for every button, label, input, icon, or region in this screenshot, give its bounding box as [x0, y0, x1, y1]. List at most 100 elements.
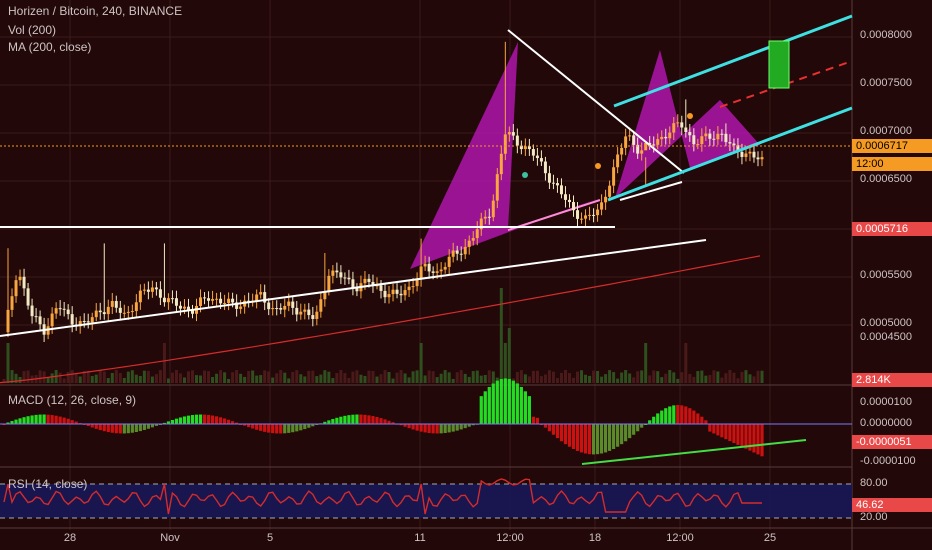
volume-bar — [178, 373, 182, 383]
volume-bar — [531, 370, 535, 383]
macd-histogram-bar — [138, 424, 142, 432]
volume-bar — [66, 371, 70, 383]
volume-bar — [283, 372, 287, 383]
volume-bar — [379, 374, 383, 383]
projection-box — [768, 40, 790, 89]
candle-body — [295, 307, 299, 315]
volume-bar — [604, 374, 608, 383]
time-tick-label: 25 — [763, 532, 777, 544]
candle-body — [118, 307, 122, 313]
candle-body — [291, 301, 295, 308]
volume-bar — [359, 374, 363, 383]
macd-histogram-bar — [202, 414, 207, 424]
macd-histogram-bar — [463, 424, 467, 429]
candle-body — [600, 202, 604, 210]
volume-bar — [110, 372, 114, 383]
volume-bar — [130, 370, 134, 383]
volume-bar — [648, 375, 652, 383]
candle-body — [407, 286, 411, 291]
price-tick-label: 0.0007500 — [860, 77, 912, 89]
volume-bar — [138, 376, 142, 383]
rsi-tick-label: 80.00 — [860, 477, 888, 489]
candle-body — [451, 250, 455, 257]
macd-histogram-bar — [435, 424, 439, 434]
candle-body — [335, 270, 339, 273]
candle-body — [580, 218, 584, 220]
volume-bar — [118, 373, 122, 383]
candle-body — [130, 311, 134, 313]
macd-histogram-bar — [222, 418, 227, 424]
candle-body — [162, 297, 166, 303]
macd-histogram-bar — [178, 417, 183, 424]
volume-bar — [255, 375, 259, 383]
macd-histogram-bar — [567, 424, 572, 447]
macd-histogram-bar — [259, 424, 263, 431]
candle-body — [584, 215, 588, 219]
candle-body — [142, 289, 146, 291]
macd-indicator-label[interactable]: MACD (12, 26, close, 9) — [8, 393, 136, 407]
volume-bar — [319, 374, 323, 383]
macd-histogram-bar — [182, 416, 187, 424]
candle-body — [82, 321, 86, 323]
macd-histogram-bar — [142, 424, 146, 430]
macd-histogram-bar — [46, 414, 50, 424]
macd-histogram-bar — [760, 424, 764, 457]
ma-indicator-label[interactable]: MA (200, close) — [8, 40, 91, 54]
volume-bar — [632, 377, 636, 383]
candle-body — [435, 271, 439, 273]
candle-body — [110, 301, 114, 307]
macd-histogram-bar — [347, 415, 351, 424]
candle-body — [463, 246, 467, 255]
macd-histogram-bar — [660, 410, 664, 424]
volume-indicator-label[interactable]: Vol (200) — [8, 23, 56, 37]
candle-body — [303, 309, 307, 312]
volume-bar — [351, 371, 355, 383]
macd-histogram-bar — [515, 383, 519, 424]
volume-bar — [26, 370, 30, 383]
candle-body — [98, 310, 102, 313]
candle-body — [199, 297, 203, 306]
macd-histogram-bar — [134, 424, 138, 433]
price-chart[interactable] — [0, 0, 932, 550]
candle-body — [559, 185, 563, 195]
candle-body — [279, 308, 283, 310]
macd-histogram-bar — [170, 419, 175, 424]
macd-histogram-bar — [198, 414, 203, 424]
volume-bar — [106, 378, 110, 383]
candle-body — [319, 299, 323, 312]
volume-bar — [311, 370, 315, 383]
macd-histogram-bar — [519, 386, 523, 424]
macd-histogram-bar — [531, 416, 535, 424]
candle-body — [475, 229, 479, 239]
macd-histogram-bar — [455, 424, 459, 431]
candle-body — [616, 154, 620, 168]
volume-bar — [724, 373, 728, 383]
candle-body — [227, 298, 231, 303]
macd-histogram-bar — [251, 424, 255, 429]
time-tick-label: 11 — [414, 532, 426, 544]
volume-bar — [94, 374, 98, 383]
volume-bar — [46, 377, 50, 383]
volume-bar — [539, 376, 543, 383]
volume-bar — [527, 376, 531, 383]
volume-bar — [559, 372, 563, 383]
macd-histogram-bar — [146, 424, 150, 429]
macd-histogram-bar — [287, 424, 291, 433]
candle-body — [447, 256, 451, 267]
candle-body — [94, 310, 98, 318]
volume-bar — [576, 371, 580, 383]
rsi-indicator-label[interactable]: RSI (14, close) — [8, 477, 87, 491]
volume-bar — [748, 374, 752, 383]
candle-body — [158, 289, 162, 298]
volume-bar — [688, 373, 692, 383]
volume-bar — [239, 373, 243, 383]
candle-body — [86, 321, 90, 323]
macd-histogram-bar — [18, 418, 22, 424]
candle-body — [483, 216, 487, 219]
volume-bar — [363, 375, 367, 383]
rsi-tick-label: 20.00 — [860, 511, 888, 523]
price-tick-label: 0.0007000 — [860, 125, 912, 137]
price-tick-label: 0.0004500 — [860, 331, 912, 343]
candle-body — [166, 298, 170, 303]
time-tick-label: 12:00 — [666, 532, 694, 544]
